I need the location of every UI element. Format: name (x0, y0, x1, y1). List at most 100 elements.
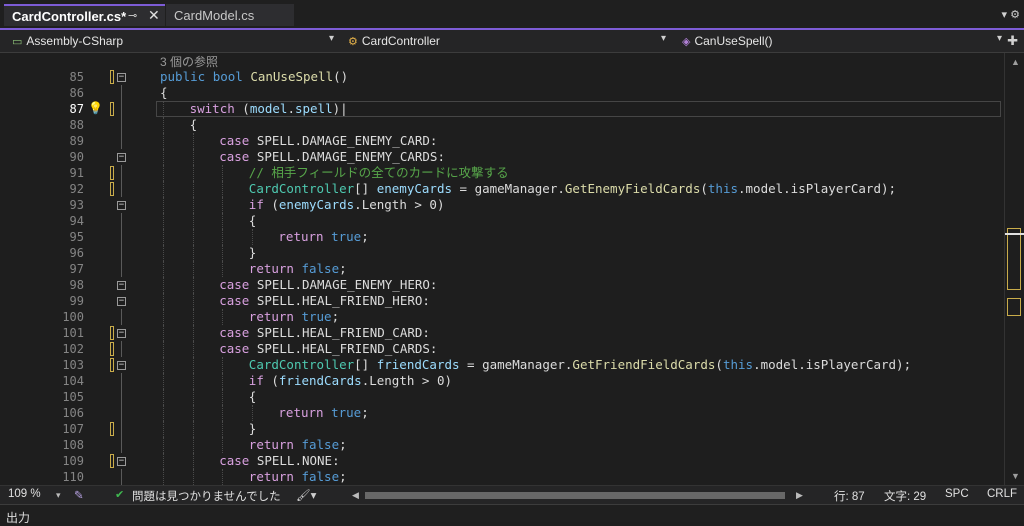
collapse-icon[interactable]: − (117, 297, 126, 306)
code-token: true (301, 309, 332, 324)
code-line[interactable]: 99 − case SPELL.HEAL_FRIEND_HERO: (0, 293, 1004, 309)
vertical-scrollbar[interactable]: ▲ ▼ (1004, 53, 1024, 485)
code-line[interactable]: 105 { (0, 389, 1004, 405)
code-line[interactable]: 91 // 相手フィールドの全てのカードに攻撃する (0, 165, 1004, 181)
project-dropdown[interactable]: ▭ Assembly-CSharp ▾ (6, 31, 338, 51)
code-editor[interactable]: 3 個の参照 💡 85− public bool CanUseSpell() 86{… (0, 53, 1004, 485)
code-line[interactable]: 89 case SPELL.DAMAGE_ENEMY_CARD: (0, 133, 1004, 149)
output-panel-title[interactable]: 出力 (6, 509, 30, 526)
scroll-up-icon[interactable]: ▲ (1011, 57, 1020, 67)
code-text[interactable]: if (friendCards.Length > 0) (249, 373, 452, 389)
horizontal-scrollbar-thumb[interactable] (365, 492, 785, 499)
code-text[interactable]: return true; (278, 229, 368, 245)
line-ending-indicator[interactable]: CRLF (987, 488, 1017, 500)
code-line[interactable]: 90 − case SPELL.DAMAGE_ENEMY_CARDS: (0, 149, 1004, 165)
code-text[interactable]: // 相手フィールドの全てのカードに攻撃する (249, 165, 509, 181)
collapse-icon[interactable]: − (117, 281, 126, 290)
collapse-icon[interactable]: − (117, 361, 126, 370)
line-indicator[interactable]: 行: 87 (834, 488, 865, 504)
scroll-right-icon[interactable]: ▶ (796, 490, 803, 501)
code-text[interactable]: } (249, 421, 257, 437)
csharp-project-icon: ▭ (12, 35, 23, 48)
code-line[interactable]: 87 switch (model.spell)| (0, 101, 1004, 117)
code-token: ; (361, 229, 369, 244)
collapse-icon[interactable]: − (117, 153, 126, 162)
code-text[interactable]: public bool CanUseSpell() (160, 69, 348, 85)
type-dropdown[interactable]: ⚙ CardController ▾ (342, 31, 670, 51)
code-line[interactable]: 101 − case SPELL.HEAL_FRIEND_CARD: (0, 325, 1004, 341)
line-number: 91 (69, 166, 84, 180)
code-text[interactable]: case SPELL.HEAL_FRIEND_CARD: (219, 325, 430, 341)
code-cleanup-icon[interactable]: 🖌▾ (296, 488, 316, 502)
code-text[interactable]: CardController[] enemyCards = gameManage… (249, 181, 896, 197)
code-line[interactable]: 97 return false; (0, 261, 1004, 277)
member-dropdown[interactable]: ◈ CanUseSpell() ▾ (676, 31, 1006, 51)
indent-guide (222, 469, 224, 485)
close-icon[interactable]: ✕ (148, 7, 160, 24)
code-text[interactable]: return false; (249, 437, 347, 453)
code-line[interactable]: 86 { (0, 85, 1004, 101)
code-text[interactable]: case SPELL.DAMAGE_ENEMY_HERO: (219, 277, 437, 293)
column-indicator[interactable]: 文字: 29 (884, 488, 926, 504)
zoom-level[interactable]: 109 % (8, 488, 41, 500)
fold-guide (121, 469, 122, 485)
tab-cardcontroller[interactable]: CardController.cs* ⊸ ✕ (4, 4, 165, 26)
collapse-icon[interactable]: − (117, 201, 126, 210)
code-text[interactable]: case SPELL.HEAL_FRIEND_HERO: (219, 293, 430, 309)
code-line[interactable]: 100 return true; (0, 309, 1004, 325)
code-line[interactable]: 98 − case SPELL.DAMAGE_ENEMY_HERO: (0, 277, 1004, 293)
code-text[interactable]: CardController[] friendCards = gameManag… (249, 357, 911, 373)
indent-guide (163, 197, 164, 213)
code-text[interactable]: { (190, 117, 198, 133)
chevron-down-icon[interactable]: ▾ (56, 490, 61, 501)
code-text[interactable]: case SPELL.DAMAGE_ENEMY_CARD: (219, 133, 437, 149)
split-editor-icon[interactable]: ✚ (1007, 33, 1018, 49)
code-line[interactable]: 106 return true; (0, 405, 1004, 421)
code-text[interactable]: case SPELL.NONE: (219, 453, 339, 469)
code-line[interactable]: 109 − case SPELL.NONE: (0, 453, 1004, 469)
collapse-icon[interactable]: − (117, 329, 126, 338)
code-line[interactable]: 102 case SPELL.HEAL_FRIEND_CARDS: (0, 341, 1004, 357)
code-line[interactable]: 88 { (0, 117, 1004, 133)
code-line[interactable]: 110 return false; (0, 469, 1004, 485)
code-line[interactable]: 107} (0, 421, 1004, 437)
whitespace-indicator[interactable]: SPC (945, 488, 969, 500)
code-text[interactable]: return false; (249, 261, 347, 277)
code-line[interactable]: 93 − if (enemyCards.Length > 0) (0, 197, 1004, 213)
code-text[interactable]: case SPELL.HEAL_FRIEND_CARDS: (219, 341, 437, 357)
code-text[interactable]: return true; (278, 405, 368, 421)
collapse-icon[interactable]: − (117, 457, 126, 466)
code-text[interactable]: case SPELL.DAMAGE_ENEMY_CARDS: (219, 149, 445, 165)
code-text[interactable]: { (249, 213, 257, 229)
code-text[interactable]: return false; (249, 469, 347, 485)
code-text[interactable]: if (enemyCards.Length > 0) (249, 197, 445, 213)
issues-status[interactable]: 問題は見つかりませんでした (132, 488, 281, 504)
indent-guide (222, 405, 224, 421)
code-line[interactable]: 94 { (0, 213, 1004, 229)
pin-icon[interactable]: ⊸ (128, 9, 137, 22)
copilot-icon[interactable]: ✎ (74, 488, 84, 502)
code-text[interactable]: { (249, 389, 257, 405)
code-line[interactable]: 85 − public bool CanUseSpell() (0, 69, 1004, 85)
member-label: CanUseSpell() (694, 34, 773, 48)
code-line[interactable]: 95 return true; (0, 229, 1004, 245)
code-text[interactable]: { (160, 85, 168, 101)
code-line[interactable]: 104 if (friendCards.Length > 0) (0, 373, 1004, 389)
tab-overflow-icon[interactable]: ▾ ⚙ (1002, 8, 1020, 21)
code-text[interactable]: } (249, 245, 257, 261)
code-lens-references[interactable]: 3 個の参照 (160, 53, 218, 70)
fold-guide (121, 117, 122, 133)
code-token: ; (339, 469, 347, 484)
code-line[interactable]: 108 return false; (0, 437, 1004, 453)
change-marker (110, 342, 114, 356)
scrollbar-caret-marker (1005, 233, 1024, 235)
code-text[interactable]: switch (model.spell)| (190, 101, 348, 117)
code-line[interactable]: 103 − CardController[] friendCards = gameM… (0, 357, 1004, 373)
scroll-left-icon[interactable]: ◀ (352, 490, 359, 501)
tab-cardmodel[interactable]: CardModel.cs (166, 4, 294, 26)
collapse-icon[interactable]: − (117, 73, 126, 82)
code-line[interactable]: 96} (0, 245, 1004, 261)
code-text[interactable]: return true; (249, 309, 339, 325)
scroll-down-icon[interactable]: ▼ (1011, 471, 1020, 481)
code-line[interactable]: 92 CardController[] enemyCards = gameMana… (0, 181, 1004, 197)
